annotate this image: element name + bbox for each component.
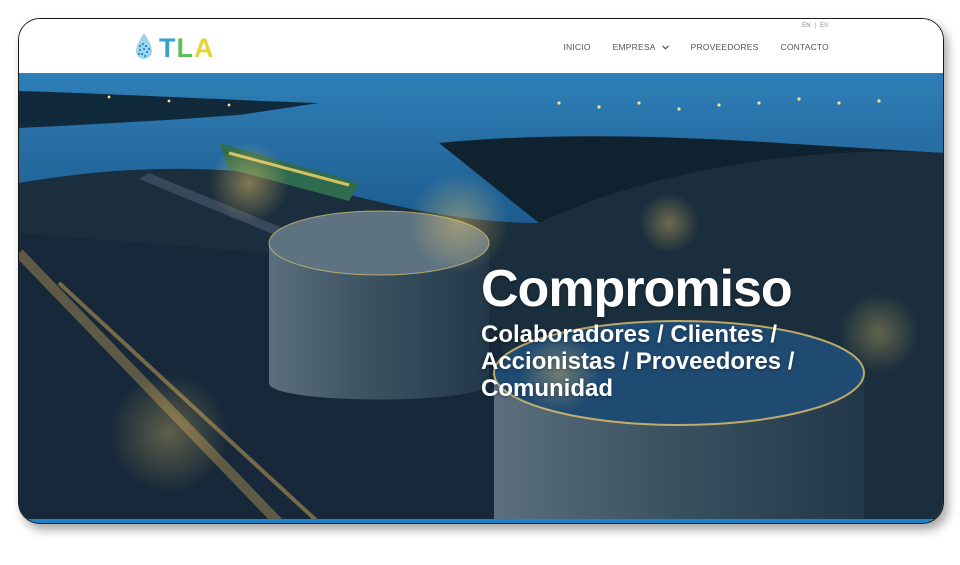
lang-separator: | xyxy=(814,23,816,29)
site-logo[interactable]: TLA xyxy=(133,31,215,65)
site-header: TLA EN | ES INICIO EMPRESA PROVEEDORES C… xyxy=(19,19,943,73)
nav-item-empresa[interactable]: EMPRESA xyxy=(613,42,669,52)
main-nav: INICIO EMPRESA PROVEEDORES CONTACTO xyxy=(563,42,829,52)
droplet-logo-icon xyxy=(133,31,155,66)
nav-label: EMPRESA xyxy=(612,42,656,52)
nav-label: INICIO xyxy=(563,42,591,52)
hero-headline: Compromiso xyxy=(481,260,793,318)
nav-label: PROVEEDORES xyxy=(690,42,759,52)
nav-item-proveedores[interactable]: PROVEEDORES xyxy=(691,42,759,52)
browser-frame: TLA EN | ES INICIO EMPRESA PROVEEDORES C… xyxy=(18,18,944,524)
nav-item-contacto[interactable]: CONTACTO xyxy=(780,42,829,52)
hero-banner: Compromiso Colaboradores / Clientes / Ac… xyxy=(19,73,943,523)
lang-es-link[interactable]: ES xyxy=(820,23,828,29)
hero-subline: Colaboradores / Clientes / Accionistas /… xyxy=(481,321,795,402)
language-switcher: EN | ES xyxy=(802,23,828,29)
logo-wordmark: TLA xyxy=(159,32,215,63)
accent-bar xyxy=(19,519,943,523)
lang-en-link[interactable]: EN xyxy=(802,23,810,29)
chevron-down-icon xyxy=(661,44,669,50)
nav-label: CONTACTO xyxy=(780,42,829,52)
nav-item-inicio[interactable]: INICIO xyxy=(563,42,590,52)
